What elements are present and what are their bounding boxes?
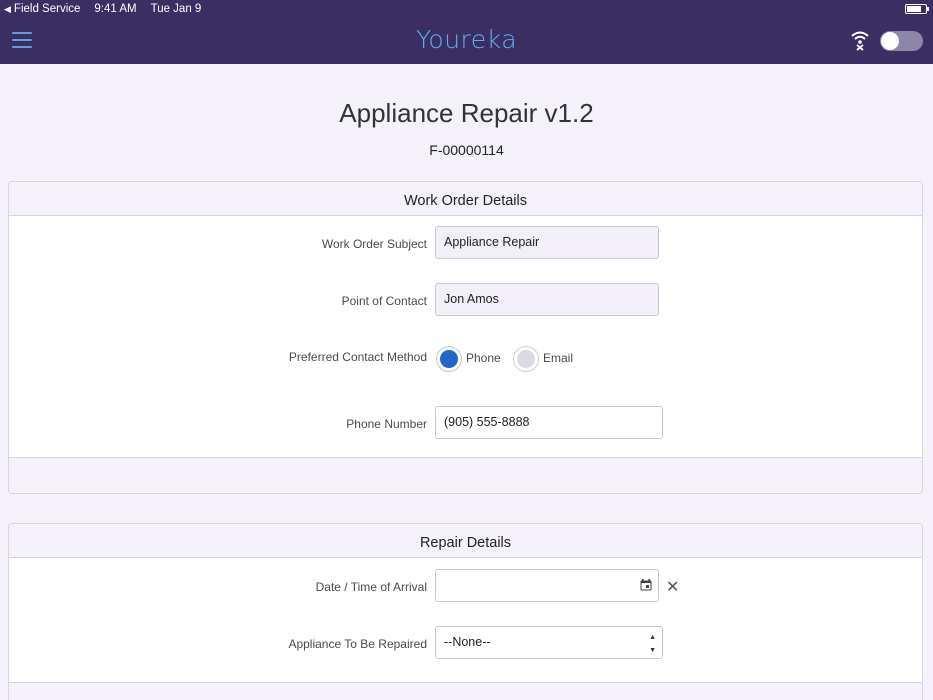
page-title: Appliance Repair v1.2 [339,98,594,128]
phone-radio-label[interactable]: Phone [466,351,501,365]
form-id: F-00000114 [429,142,504,158]
email-radio[interactable] [513,346,539,372]
work-order-subject-field[interactable]: Appliance Repair [435,226,659,259]
arrival-time-field[interactable] [435,569,659,602]
nav-bar: Youreka [0,18,933,64]
section-footer [9,457,922,493]
offline-toggle[interactable] [880,31,923,51]
section-header: Work Order Details [9,182,922,216]
status-bar: ◀ Field Service 9:41 AM Tue Jan 9 [0,0,933,18]
phone-radio[interactable] [436,346,462,372]
toggle-knob [881,32,899,50]
work-order-subject-label: Work Order Subject [321,237,427,251]
email-radio-label[interactable]: Email [543,351,573,365]
phone-number-field[interactable]: (905) 555-8888 [435,406,663,439]
select-arrows-icon: ▲ ▼ [649,634,656,654]
clear-icon[interactable]: ✕ [666,577,679,597]
point-of-contact-label: Point of Contact [341,294,427,308]
arrival-time-label: Date / Time of Arrival [315,580,427,594]
calendar-icon[interactable] [640,579,652,591]
brand-logo: Youreka [415,25,518,54]
battery-icon [905,4,929,14]
appliance-label: Appliance To Be Repaired [288,637,427,651]
appliance-select[interactable]: --None-- ▲ ▼ [435,626,663,659]
wifi-off-icon [851,31,869,51]
preferred-contact-method-label: Preferred Contact Method [288,350,427,364]
section-footer [9,682,922,700]
appliance-select-value: --None-- [444,635,491,649]
status-time: 9:41 AM [94,3,137,15]
repair-section: Repair Details Date / Time of Arrival ✕ … [8,523,923,700]
section-header: Repair Details [9,524,922,558]
work-order-section: Work Order Details Work Order Subject Ap… [8,181,923,494]
point-of-contact-field[interactable]: Jon Amos [435,283,659,316]
back-app-label[interactable]: Field Service [14,3,80,15]
back-arrow-icon[interactable]: ◀ [4,4,11,15]
phone-number-label: Phone Number [346,417,427,431]
status-date: Tue Jan 9 [150,3,202,15]
